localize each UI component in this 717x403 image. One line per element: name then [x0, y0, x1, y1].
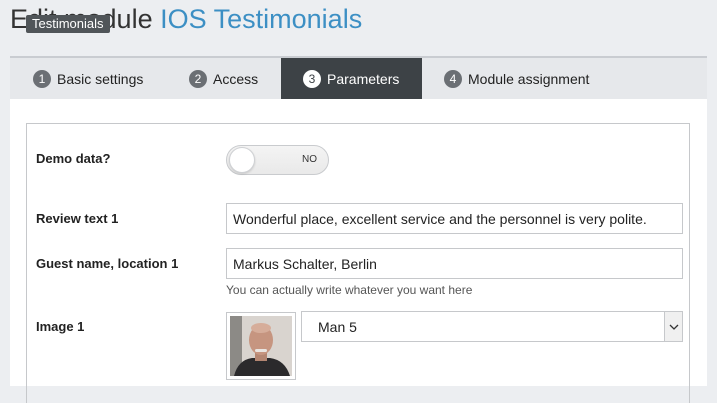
demo-data-label: Demo data? [36, 151, 111, 166]
image-thumbnail [226, 312, 296, 380]
tab-number-badge: 3 [303, 69, 321, 88]
tab-access[interactable]: 2 Access [166, 58, 281, 99]
image-select-value: Man 5 [318, 319, 357, 335]
tab-number-badge: 1 [33, 69, 51, 88]
image-label: Image 1 [36, 319, 85, 334]
review-text-label: Review text 1 [36, 211, 119, 226]
tab-label: Parameters [327, 70, 400, 87]
fieldset-legend: Testimonials [26, 15, 110, 33]
chevron-down-icon[interactable] [664, 312, 682, 341]
guest-name-input[interactable] [226, 248, 683, 279]
tab-number-badge: 4 [444, 69, 462, 88]
toggle-state-label: NO [302, 154, 317, 165]
module-name: IOS Testimonials [160, 4, 363, 34]
tab-bar: 1 Basic settings 2 Access 3 Parameters 4… [10, 56, 707, 99]
tab-module-assignment[interactable]: 4 Module assignment [422, 58, 622, 99]
image-select[interactable]: Man 5 [301, 311, 683, 342]
guest-name-label: Guest name, location 1 [36, 256, 179, 271]
review-text-input[interactable] [226, 203, 683, 234]
portrait-icon [230, 316, 292, 376]
tab-label: Access [213, 70, 259, 87]
tab-label: Basic settings [57, 70, 144, 87]
toggle-knob [229, 147, 255, 173]
demo-data-toggle[interactable]: NO [226, 145, 329, 175]
tab-label: Module assignment [468, 70, 590, 87]
tab-basic-settings[interactable]: 1 Basic settings [10, 58, 166, 99]
guest-name-help-text: You can actually write whatever you want… [226, 283, 473, 297]
parameters-panel [10, 99, 707, 403]
tab-number-badge: 2 [189, 69, 207, 88]
tab-parameters[interactable]: 3 Parameters [281, 58, 422, 99]
